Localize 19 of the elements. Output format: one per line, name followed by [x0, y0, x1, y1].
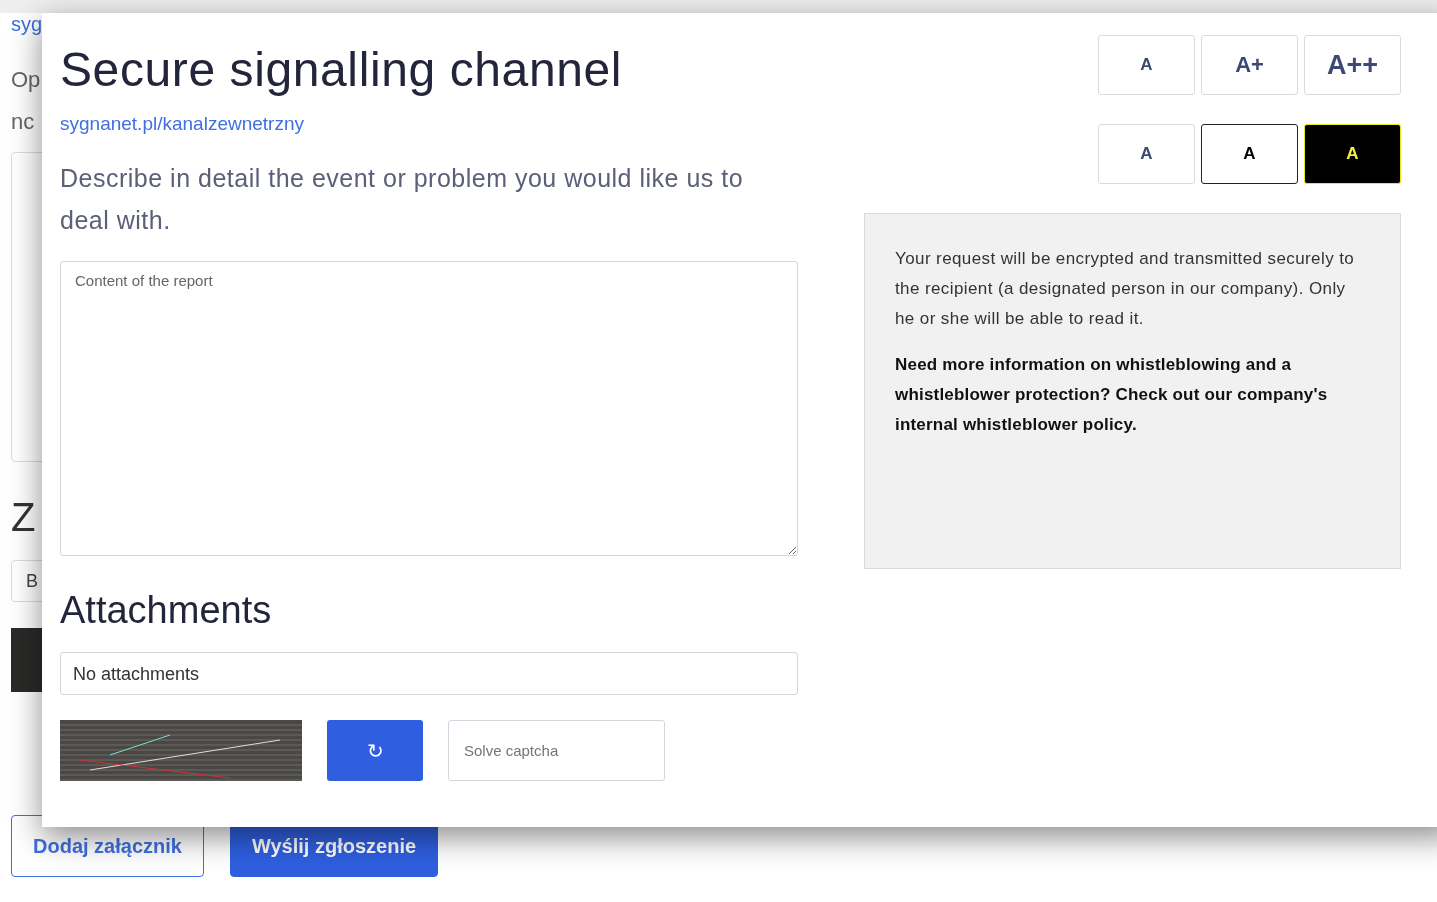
- contrast-button[interactable]: A: [1304, 124, 1401, 184]
- font-size-button[interactable]: A: [1098, 35, 1195, 95]
- report-field[interactable]: Content of the report: [60, 261, 798, 556]
- description-text: Describe in detail the event or problem you would like us to deal with.: [60, 163, 745, 236]
- channel-link[interactable]: sygnanet.pl/kanalzewnetrzny: [60, 113, 798, 135]
- page-heading: Z: [11, 494, 36, 540]
- page-link[interactable]: syg: [11, 13, 43, 36]
- attachments-field: No attachments: [60, 652, 798, 695]
- font-size-button[interactable]: A+: [1201, 35, 1298, 95]
- contrast-button[interactable]: A: [1201, 124, 1298, 184]
- captcha-input-field[interactable]: Solve captcha: [448, 720, 665, 781]
- page-text: nc: [11, 108, 36, 136]
- info-text: Your request will be encrypted and transmitted securely to the recipient (a designated person in our company). Only he or she will be able to read it.: [895, 248, 1356, 330]
- font-size-button[interactable]: A++: [1304, 35, 1401, 95]
- info-note: Need more information on whistleblowing and a whistleblower protection? Check out our company's internal whistleblower policy.: [895, 354, 1329, 436]
- modal-title: Secure signalling channel: [60, 42, 624, 98]
- refresh-captcha-button[interactable]: ↻: [327, 720, 423, 781]
- page-text: Op: [11, 66, 41, 94]
- contrast-button[interactable]: A: [1098, 124, 1195, 184]
